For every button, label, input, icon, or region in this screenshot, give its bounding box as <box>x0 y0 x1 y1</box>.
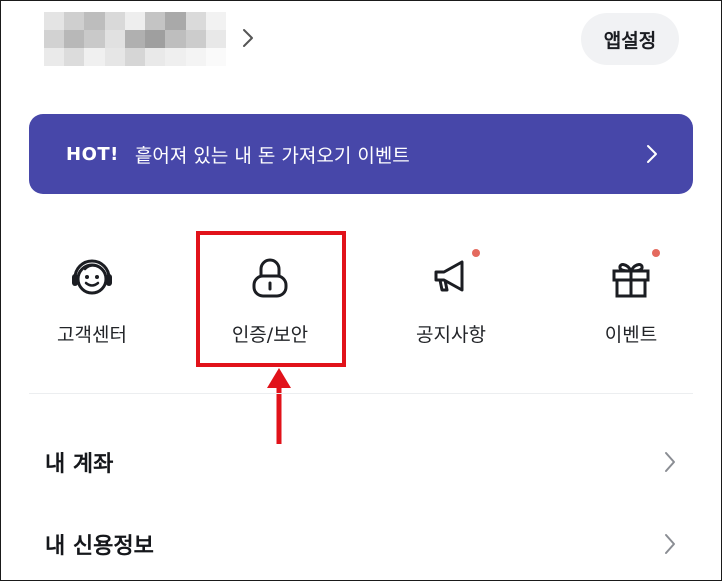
profile-name-blurred[interactable] <box>44 12 226 66</box>
chevron-right-icon <box>647 145 657 163</box>
menu-label: 공지사항 <box>416 324 486 346</box>
highlight-box <box>196 231 346 367</box>
chevron-right-icon <box>665 534 675 554</box>
menu-label: 이벤트 <box>604 324 658 346</box>
menu-item-customer-center[interactable]: 고객센터 <box>22 232 162 362</box>
app-settings-button[interactable]: 앱설정 <box>581 13 679 65</box>
list-item-my-account[interactable]: 내 계좌 <box>0 432 720 492</box>
list-label: 내 신용정보 <box>45 534 154 559</box>
menu-item-events[interactable]: 이벤트 <box>561 232 701 362</box>
chevron-right-icon <box>665 452 675 472</box>
notification-dot <box>472 249 480 257</box>
menu-item-notices[interactable]: 공지사항 <box>381 232 521 362</box>
banner-text: 흩어져 있는 내 돈 가져오기 이벤트 <box>134 144 410 167</box>
hot-badge: HOT! <box>66 143 119 165</box>
event-banner[interactable]: HOT! 흩어져 있는 내 돈 가져오기 이벤트 <box>29 114 693 194</box>
menu-label: 고객센터 <box>57 324 127 346</box>
list-label: 내 계좌 <box>45 452 114 477</box>
section-divider <box>29 393 693 394</box>
gift-icon <box>606 249 660 302</box>
list-item-my-credit-info[interactable]: 내 신용정보 <box>0 514 720 574</box>
headset-face-icon <box>67 252 117 302</box>
chevron-right-icon[interactable] <box>238 27 258 49</box>
notification-dot <box>652 249 660 257</box>
megaphone-icon <box>426 249 480 302</box>
